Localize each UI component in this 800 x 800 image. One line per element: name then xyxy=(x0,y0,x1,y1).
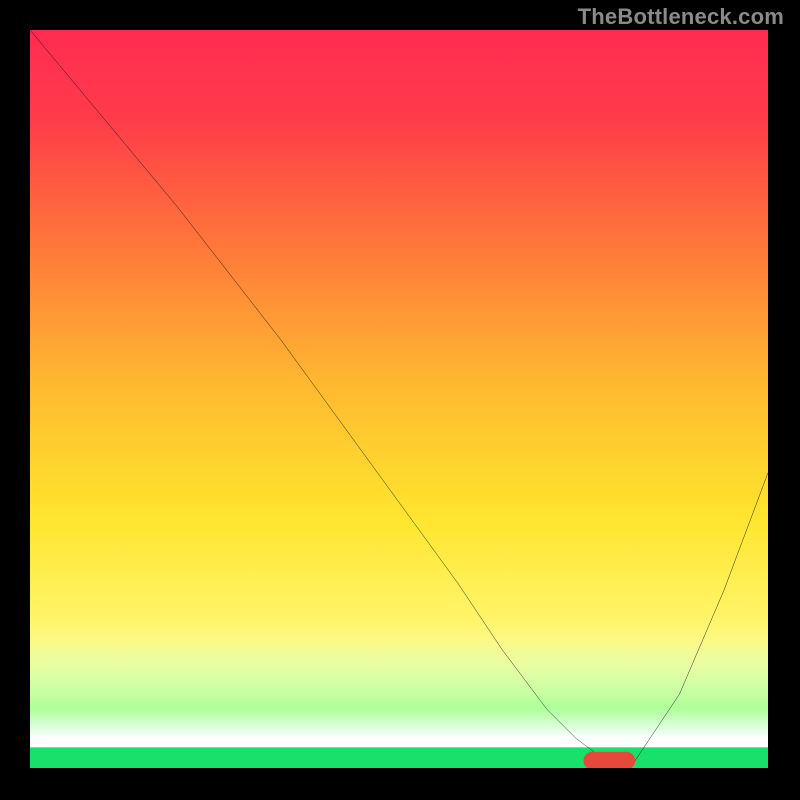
watermark-text: TheBottleneck.com xyxy=(578,4,784,30)
chart-frame: TheBottleneck.com xyxy=(0,0,800,800)
bottom-green-band xyxy=(30,635,768,738)
optimum-marker xyxy=(584,752,636,768)
baseline-strip xyxy=(30,747,768,768)
bottleneck-plot xyxy=(30,30,768,768)
